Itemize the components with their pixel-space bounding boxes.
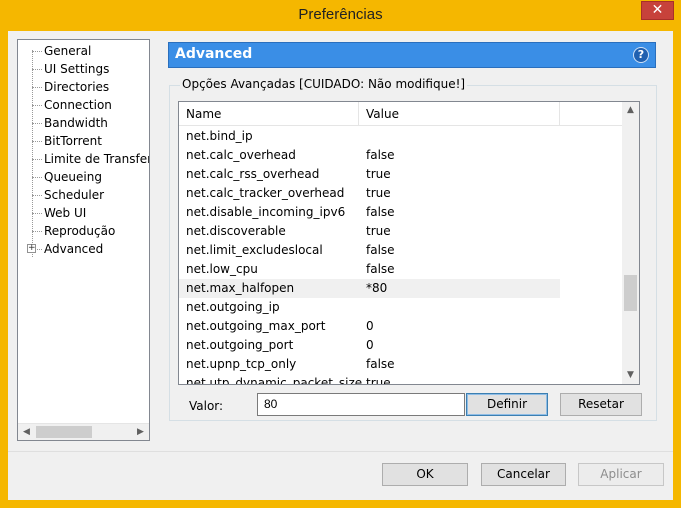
setting-value: true [366, 167, 391, 181]
setting-name: net.max_halfopen [186, 281, 295, 295]
sidebar-item-label: Advanced [44, 242, 104, 256]
tree-connector [32, 141, 42, 142]
table-row[interactable]: net.calc_tracker_overhead true [179, 184, 623, 203]
tree-connector [32, 51, 42, 52]
window-title: Preferências [298, 6, 383, 23]
sidebar-item-label: BitTorrent [44, 134, 102, 148]
setting-value: false [366, 262, 395, 276]
table-row[interactable]: net.disable_incoming_ipv6 false [179, 203, 623, 222]
sidebar-item-label: Scheduler [44, 188, 105, 202]
column-header-name[interactable]: Name [179, 102, 359, 126]
tree-horizontal-scrollbar[interactable]: ◀ ▶ [18, 423, 149, 440]
list-header: Name Value [179, 102, 623, 126]
setting-name: net.outgoing_max_port [186, 319, 326, 333]
table-row[interactable]: net.discoverable true [179, 222, 623, 241]
table-row[interactable]: net.calc_rss_overhead true [179, 165, 623, 184]
advanced-settings-list[interactable]: Name Value net.bind_ip net.calc_overhead f… [178, 101, 640, 385]
tree-connector [32, 213, 42, 214]
tree-connector [32, 231, 42, 232]
close-button[interactable]: ✕ [641, 1, 674, 20]
tree-scroll-thumb[interactable] [36, 426, 92, 438]
scroll-down-icon[interactable]: ▼ [622, 367, 639, 384]
expand-icon[interactable]: + [27, 244, 36, 253]
setting-name: net.calc_overhead [186, 148, 296, 162]
setting-value: 0 [366, 338, 374, 352]
category-tree[interactable]: General UI Settings Directories Connection B… [17, 39, 150, 441]
setting-name: net.calc_tracker_overhead [186, 186, 345, 200]
preferences-window: Preferências ✕ General UI Settings Directo… [0, 0, 681, 508]
value-input[interactable]: 80 [257, 393, 465, 416]
tree-connector [32, 69, 42, 70]
group-label: Opções Avançadas [CUIDADO: Não modifique… [180, 77, 468, 91]
value-label: Valor: [189, 399, 224, 413]
sidebar-item-label: Queueing [44, 170, 102, 184]
sidebar-item-label: Web UI [44, 206, 87, 220]
tree-connector [37, 249, 42, 250]
setting-value: true [366, 186, 391, 200]
sidebar-item-label: Bandwidth [44, 116, 108, 130]
dialog-client-area: General UI Settings Directories Connection B… [8, 31, 673, 500]
apply-button[interactable]: Aplicar [578, 463, 664, 486]
setting-name: net.outgoing_ip [186, 300, 280, 314]
sidebar-item-label: Limite de Transferência [44, 152, 149, 166]
setting-name: net.low_cpu [186, 262, 258, 276]
tree-guide-line [32, 50, 33, 257]
setting-value: false [366, 205, 395, 219]
setting-name: net.disable_incoming_ipv6 [186, 205, 346, 219]
table-row[interactable]: net.low_cpu false [179, 260, 623, 279]
panel-header: Advanced ? [168, 42, 656, 68]
setting-name: net.discoverable [186, 224, 286, 238]
sidebar-item-label: Reprodução [44, 224, 116, 238]
sidebar-item-label: UI Settings [44, 62, 110, 76]
setting-value: true [366, 224, 391, 238]
setting-value: 0 [366, 319, 374, 333]
panel-title: Advanced [175, 46, 253, 62]
sidebar-item-label: Connection [44, 98, 112, 112]
tree-connector [32, 159, 42, 160]
table-row[interactable]: net.limit_excludeslocal false [179, 241, 623, 260]
table-row[interactable]: net.outgoing_max_port 0 [179, 317, 623, 336]
help-icon[interactable]: ? [633, 47, 649, 63]
table-row[interactable]: net.calc_overhead false [179, 146, 623, 165]
setting-name: net.outgoing_port [186, 338, 294, 352]
list-scroll-thumb[interactable] [624, 275, 637, 311]
cancel-button[interactable]: Cancelar [481, 463, 566, 486]
ok-button[interactable]: OK [382, 463, 468, 486]
tree-connector [32, 87, 42, 88]
setting-value: false [366, 148, 395, 162]
table-row[interactable]: net.bind_ip [179, 127, 623, 146]
tree-connector [32, 123, 42, 124]
column-header-value[interactable]: Value [359, 102, 560, 126]
setting-name: net.limit_excludeslocal [186, 243, 323, 257]
tree-connector [32, 195, 42, 196]
tree-connector [32, 177, 42, 178]
setting-name: net.utp_dynamic_packet_size [186, 376, 363, 385]
dialog-footer: OK Cancelar Aplicar [8, 451, 673, 500]
tree-connector [32, 105, 42, 106]
scroll-up-icon[interactable]: ▲ [622, 102, 639, 119]
set-button[interactable]: Definir [466, 393, 548, 416]
table-row[interactable]: net.max_halfopen *80 [179, 279, 560, 298]
table-row[interactable]: net.utp_dynamic_packet_size true [179, 374, 623, 385]
setting-value: false [366, 357, 395, 371]
list-vertical-scrollbar[interactable]: ▲ ▼ [622, 102, 639, 384]
scroll-right-icon[interactable]: ▶ [132, 424, 149, 440]
table-row[interactable]: net.upnp_tcp_only false [179, 355, 623, 374]
setting-value: *80 [366, 281, 388, 295]
sidebar-item-label: Directories [44, 80, 110, 94]
table-row[interactable]: net.outgoing_ip [179, 298, 623, 317]
setting-name: net.calc_rss_overhead [186, 167, 320, 181]
setting-name: net.bind_ip [186, 129, 253, 143]
table-row[interactable]: net.outgoing_port 0 [179, 336, 623, 355]
sidebar-item-label: General [44, 44, 92, 58]
scroll-left-icon[interactable]: ◀ [18, 424, 35, 440]
setting-name: net.upnp_tcp_only [186, 357, 297, 371]
reset-button[interactable]: Resetar [560, 393, 642, 416]
title-bar: Preferências ✕ [0, 0, 681, 32]
setting-value: false [366, 243, 395, 257]
setting-value: true [366, 376, 391, 385]
